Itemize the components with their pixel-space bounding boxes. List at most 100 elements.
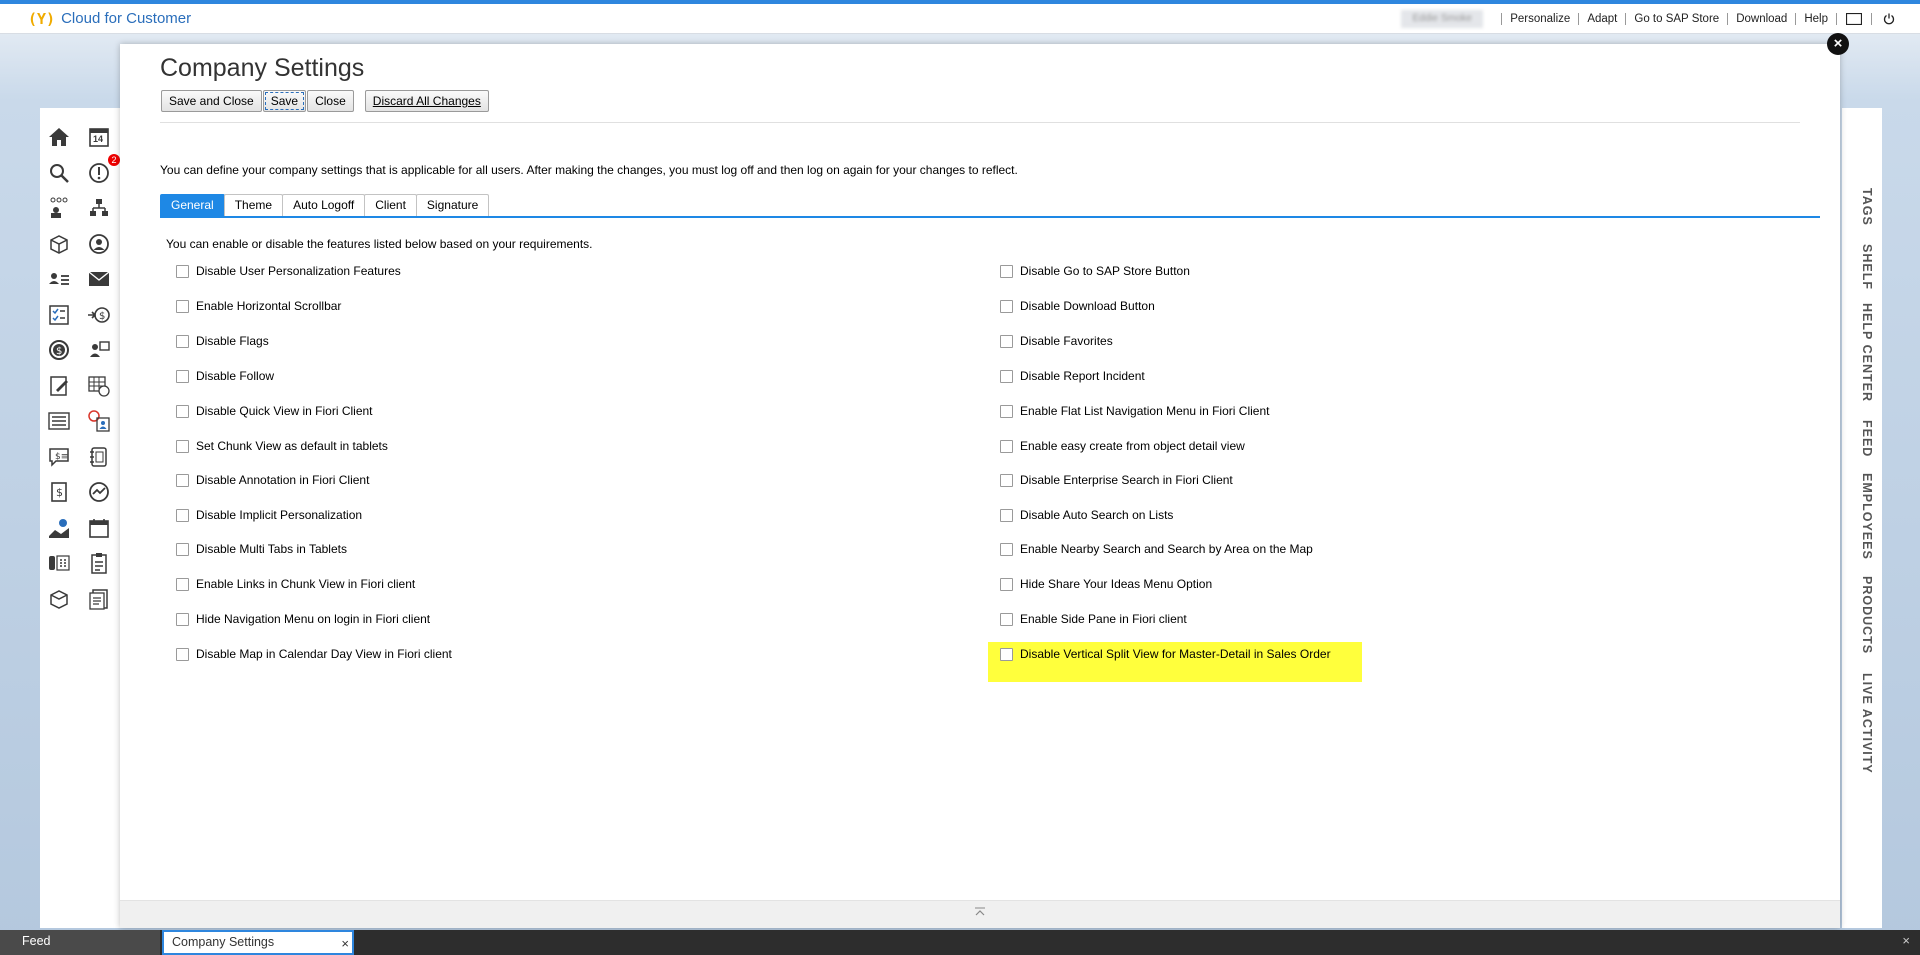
side-panel-products[interactable]: PRODUCTS xyxy=(1860,576,1874,654)
discard-all-changes-button[interactable]: Discard All Changes xyxy=(364,90,489,112)
option-checkbox[interactable] xyxy=(1000,473,1013,487)
money-circle-icon[interactable]: $ xyxy=(44,335,74,365)
option-label[interactable]: Disable Vertical Split View for Master-D… xyxy=(1020,647,1331,661)
option-checkbox[interactable] xyxy=(1000,404,1013,418)
option-label[interactable]: Disable Follow xyxy=(196,369,274,383)
clipboard-icon[interactable] xyxy=(84,548,114,578)
calendar-icon[interactable]: 14 xyxy=(84,122,114,152)
phone-grid-icon[interactable] xyxy=(44,548,74,578)
person-circle-icon[interactable] xyxy=(84,229,114,259)
time-person-icon[interactable] xyxy=(84,406,114,436)
option-label[interactable]: Disable Download Button xyxy=(1020,299,1155,313)
help-link[interactable]: Help xyxy=(1804,13,1828,25)
option-label[interactable]: Disable Implicit Personalization xyxy=(196,508,362,522)
option-label[interactable]: Disable Favorites xyxy=(1020,334,1113,348)
sap-store-link[interactable]: Go to SAP Store xyxy=(1634,13,1719,25)
save-button[interactable]: Save xyxy=(262,90,307,112)
option-label[interactable]: Set Chunk View as default in tablets xyxy=(196,439,388,453)
option-label[interactable]: Disable Map in Calendar Day View in Fior… xyxy=(196,647,452,661)
window-icon[interactable] xyxy=(1845,12,1863,26)
option-label[interactable]: Disable User Personalization Features xyxy=(196,264,401,278)
side-panel-shelf[interactable]: SHELF xyxy=(1860,244,1874,290)
product-box-icon[interactable] xyxy=(44,584,74,614)
option-checkbox[interactable] xyxy=(1000,612,1013,626)
tab-theme[interactable]: Theme xyxy=(223,194,284,216)
open-window-tab[interactable]: Company Settings × xyxy=(162,930,354,955)
close-icon[interactable]: × xyxy=(341,933,349,954)
calendar-small-icon[interactable] xyxy=(84,513,114,543)
option-checkbox[interactable] xyxy=(1000,264,1013,278)
transfer-money-icon[interactable]: $ xyxy=(84,300,114,330)
home-icon[interactable] xyxy=(44,122,74,152)
person-list-icon[interactable] xyxy=(44,264,74,294)
schedule-grid-icon[interactable] xyxy=(84,371,114,401)
brand[interactable]: (Y) Cloud for Customer xyxy=(28,10,191,28)
option-label[interactable]: Disable Enterprise Search in Fiori Clien… xyxy=(1020,473,1233,487)
option-checkbox[interactable] xyxy=(176,299,189,313)
list-icon[interactable] xyxy=(44,406,74,436)
option-label[interactable]: Enable Nearby Search and Search by Area … xyxy=(1020,542,1313,556)
address-book-icon[interactable] xyxy=(84,442,114,472)
option-label[interactable]: Hide Navigation Menu on login in Fiori c… xyxy=(196,612,430,626)
option-checkbox[interactable] xyxy=(1000,369,1013,383)
download-link[interactable]: Download xyxy=(1736,13,1787,25)
option-checkbox[interactable] xyxy=(176,334,189,348)
mail-icon[interactable] xyxy=(84,264,114,294)
side-panel-live-activity[interactable]: LIVE ACTIVITY xyxy=(1860,673,1874,774)
option-checkbox[interactable] xyxy=(176,612,189,626)
tab-auto-logoff[interactable]: Auto Logoff xyxy=(282,194,366,216)
option-label[interactable]: Disable Annotation in Fiori Client xyxy=(196,473,369,487)
option-checkbox[interactable] xyxy=(176,404,189,418)
option-checkbox[interactable] xyxy=(176,577,189,591)
option-checkbox[interactable] xyxy=(1000,334,1013,348)
personalize-link[interactable]: Personalize xyxy=(1510,13,1570,25)
option-checkbox[interactable] xyxy=(1000,542,1013,556)
tab-signature[interactable]: Signature xyxy=(415,194,490,216)
org-chart-icon[interactable] xyxy=(84,193,114,223)
dialog-close-icon[interactable]: × xyxy=(1827,33,1849,55)
option-checkbox[interactable] xyxy=(1000,577,1013,591)
search-icon[interactable] xyxy=(44,158,74,188)
map-pin-icon[interactable] xyxy=(44,513,74,543)
adapt-link[interactable]: Adapt xyxy=(1587,13,1617,25)
money-cycle-icon[interactable] xyxy=(84,477,114,507)
boxes-icon[interactable] xyxy=(44,229,74,259)
save-and-close-button[interactable]: Save and Close xyxy=(161,90,262,112)
option-label[interactable]: Enable Side Pane in Fiori client xyxy=(1020,612,1187,626)
report-icon[interactable] xyxy=(84,584,114,614)
option-checkbox[interactable] xyxy=(1000,647,1013,661)
feed-tab[interactable]: Feed xyxy=(0,930,160,955)
power-icon[interactable] xyxy=(1880,12,1898,26)
checklist-icon[interactable] xyxy=(44,300,74,330)
side-panel-tags[interactable]: TAGS xyxy=(1860,188,1874,226)
collapse-up-icon[interactable] xyxy=(974,907,986,920)
option-label[interactable]: Enable Flat List Navigation Menu in Fior… xyxy=(1020,404,1269,418)
user-name[interactable]: Eddie Smoke xyxy=(1401,10,1484,28)
hierarchy-people-icon[interactable] xyxy=(44,193,74,223)
tab-client[interactable]: Client xyxy=(364,194,417,216)
edit-document-icon[interactable] xyxy=(44,371,74,401)
side-panel-help-center[interactable]: HELP CENTER xyxy=(1860,303,1874,402)
close-button[interactable]: Close xyxy=(307,90,354,112)
option-checkbox[interactable] xyxy=(176,439,189,453)
option-label[interactable]: Disable Auto Search on Lists xyxy=(1020,508,1173,522)
tab-general[interactable]: General xyxy=(160,194,225,216)
option-label[interactable]: Hide Share Your Ideas Menu Option xyxy=(1020,577,1212,591)
close-all-icon[interactable]: × xyxy=(1902,933,1910,948)
alert-icon[interactable]: 2 xyxy=(84,153,120,188)
option-checkbox[interactable] xyxy=(1000,508,1013,522)
option-checkbox[interactable] xyxy=(176,369,189,383)
option-label[interactable]: Enable Horizontal Scrollbar xyxy=(196,299,341,313)
side-panel-employees[interactable]: EMPLOYEES xyxy=(1860,473,1874,560)
option-label[interactable]: Disable Report Incident xyxy=(1020,369,1145,383)
option-checkbox[interactable] xyxy=(1000,299,1013,313)
option-label[interactable]: Disable Multi Tabs in Tablets xyxy=(196,542,347,556)
option-checkbox[interactable] xyxy=(176,508,189,522)
option-checkbox[interactable] xyxy=(176,542,189,556)
option-label[interactable]: Disable Flags xyxy=(196,334,269,348)
person-money-icon[interactable] xyxy=(84,335,114,365)
money-chat-icon[interactable]: $≡ xyxy=(44,442,74,472)
option-checkbox[interactable] xyxy=(176,264,189,278)
option-label[interactable]: Disable Quick View in Fiori Client xyxy=(196,404,373,418)
option-label[interactable]: Enable Links in Chunk View in Fiori clie… xyxy=(196,577,415,591)
